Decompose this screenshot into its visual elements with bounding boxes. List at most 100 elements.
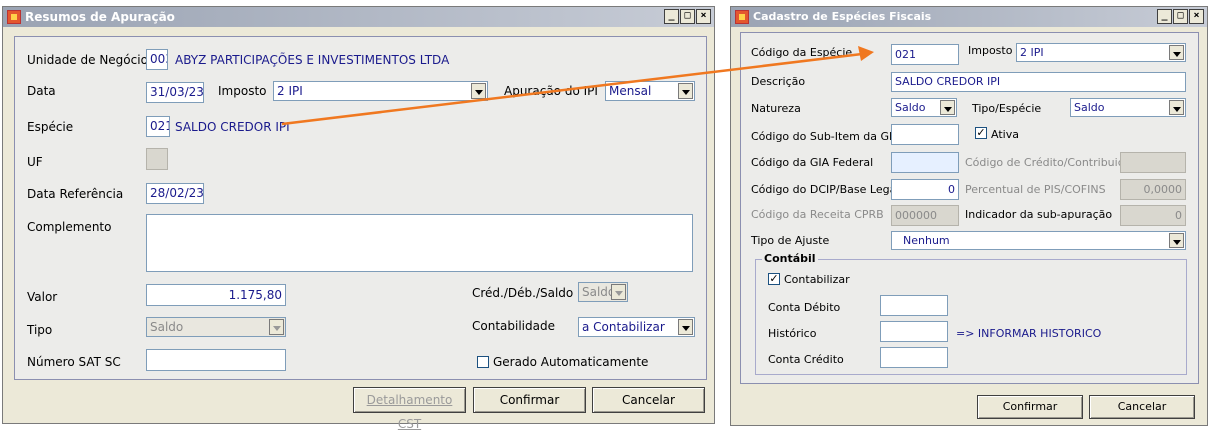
conta-debito-label: Conta Débito <box>768 301 841 314</box>
receita-cprb-field: 000000 <box>891 205 959 226</box>
data-referencia-field[interactable]: 28/02/23 <box>146 183 204 204</box>
historico-field[interactable] <box>880 321 948 342</box>
gerado-automaticamente-label: Gerado Automaticamente <box>493 355 649 369</box>
imposto-value: 2 IPI <box>1020 46 1044 59</box>
historico-note: => INFORMAR HISTORICO <box>956 327 1102 340</box>
imposto-select[interactable]: 2 IPI <box>273 81 488 101</box>
imposto-select[interactable]: 2 IPI <box>1016 43 1186 62</box>
complemento-field[interactable] <box>146 214 693 272</box>
natureza-select[interactable]: Saldo <box>891 98 957 117</box>
descricao-label: Descrição <box>751 75 806 88</box>
close-button[interactable]: × <box>1189 9 1204 24</box>
contabil-group-title: Contábil <box>762 252 818 265</box>
app-icon <box>7 10 21 24</box>
chevron-down-icon[interactable] <box>678 319 693 335</box>
especie-code-field[interactable]: 021 <box>146 116 170 137</box>
indicador-subapuracao-label: Indicador da sub-apuração <box>965 208 1113 221</box>
ativa-label: Ativa <box>991 128 1019 141</box>
data-referencia-label: Data Referência <box>27 187 124 201</box>
uf-label: UF <box>27 155 43 169</box>
chevron-down-icon[interactable] <box>940 100 955 115</box>
subitem-gia-field[interactable] <box>891 124 959 145</box>
tipo-label: Tipo <box>27 323 53 337</box>
contabilizar-checkbox[interactable]: ✓ <box>768 273 780 285</box>
tipo-ajuste-select[interactable]: Nenhum <box>891 231 1186 250</box>
ativa-checkbox[interactable]: ✓ <box>975 127 987 139</box>
apuracao-label: Apuração do IPI <box>504 84 598 98</box>
resumos-apuracao-window: Resumos de Apuração _ □ × Unidade de Neg… <box>2 6 715 431</box>
data-label: Data <box>27 84 56 98</box>
tipo-especie-label: Tipo/Espécie <box>972 102 1042 115</box>
cred-deb-saldo-label: Créd./Déb./Saldo <box>472 286 574 300</box>
apuracao-select[interactable]: Mensal <box>605 81 695 101</box>
especie-name: SALDO CREDOR IPI <box>175 120 290 134</box>
window-title: Cadastro de Espécies Fiscais <box>753 10 932 23</box>
historico-label: Histórico <box>768 327 817 340</box>
close-button[interactable]: × <box>696 9 711 24</box>
receita-cprb-label: Código da Receita CPRB <box>751 208 884 221</box>
data-field[interactable]: 31/03/23 <box>146 82 204 103</box>
codigo-especie-field[interactable]: 021 <box>891 44 959 65</box>
valor-label: Valor <box>27 290 58 304</box>
chevron-down-icon[interactable] <box>1169 45 1184 60</box>
gia-federal-field[interactable] <box>891 152 959 173</box>
cancelar-button[interactable]: Cancelar <box>592 387 705 413</box>
contabilidade-select[interactable]: a Contabilizar <box>578 317 695 337</box>
natureza-value: Saldo <box>895 101 926 114</box>
contabilidade-label: Contabilidade <box>472 319 555 333</box>
chevron-down-icon <box>611 284 626 300</box>
maximize-button[interactable]: □ <box>680 9 695 24</box>
tipo-especie-value: Saldo <box>1074 101 1105 114</box>
cred-deb-saldo-select: Saldo <box>578 282 628 302</box>
cadastro-especies-window: Cadastro de Espécies Fiscais _ □ × Códig… <box>730 6 1208 426</box>
minimize-button[interactable]: _ <box>664 9 679 24</box>
percentual-pis-field: 0,0000 <box>1120 179 1186 200</box>
conta-credito-label: Conta Crédito <box>768 353 844 366</box>
confirmar-button[interactable]: Confirmar <box>473 387 586 413</box>
gia-federal-label: Código da GIA Federal <box>751 156 874 169</box>
codigo-credito-field <box>1120 152 1186 173</box>
maximize-button[interactable]: □ <box>1173 9 1188 24</box>
chevron-down-icon <box>269 319 284 335</box>
contabil-group: Contábil ✓ Contabilizar Conta Débito His… <box>755 252 1187 375</box>
tipo-especie-select[interactable]: Saldo <box>1070 98 1186 117</box>
complemento-label: Complemento <box>27 220 112 234</box>
title-bar[interactable]: Cadastro de Espécies Fiscais _ □ × <box>731 7 1207 27</box>
confirmar-button[interactable]: Confirmar <box>977 395 1083 419</box>
detalhamento-cst-button[interactable]: Detalhamento CST <box>353 387 466 431</box>
window-title: Resumos de Apuração <box>25 10 175 24</box>
tipo-value: Saldo <box>150 320 184 334</box>
tipo-ajuste-label: Tipo de Ajuste <box>751 234 830 247</box>
cancelar-button[interactable]: Cancelar <box>1089 395 1195 419</box>
tipo-select: Saldo <box>146 317 286 337</box>
app-icon <box>735 10 749 24</box>
codigo-especie-label: Código da Espécie <box>751 46 853 59</box>
contabilidade-value: a Contabilizar <box>582 320 665 334</box>
numero-sat-field[interactable] <box>146 349 286 371</box>
especie-label: Espécie <box>27 120 74 134</box>
dcip-field[interactable]: 0 <box>891 179 959 200</box>
imposto-value: 2 IPI <box>277 84 303 98</box>
title-bar[interactable]: Resumos de Apuração _ □ × <box>3 7 714 27</box>
chevron-down-icon[interactable] <box>1169 233 1184 248</box>
conta-debito-field[interactable] <box>880 295 948 316</box>
unidade-label: Unidade de Negócio <box>27 53 148 67</box>
natureza-label: Natureza <box>751 102 801 115</box>
contabilizar-label: Contabilizar <box>784 273 850 286</box>
unidade-code-field[interactable]: 003 <box>146 49 168 70</box>
codigo-credito-label: Código de Crédito/Contribuição <box>965 156 1138 169</box>
conta-credito-field[interactable] <box>880 347 948 368</box>
chevron-down-icon[interactable] <box>471 83 486 99</box>
imposto-label: Imposto <box>968 44 1013 57</box>
valor-field[interactable]: 1.175,80 <box>146 284 286 306</box>
gerado-automaticamente-checkbox[interactable] <box>477 356 489 368</box>
numero-sat-label: Número SAT SC <box>27 355 121 369</box>
chevron-down-icon[interactable] <box>678 83 693 99</box>
minimize-button[interactable]: _ <box>1157 9 1172 24</box>
uf-field <box>146 148 168 170</box>
subitem-gia-label: Código do Sub-Item da GIA <box>751 130 900 143</box>
tipo-ajuste-value: Nenhum <box>903 234 950 247</box>
dcip-label: Código do DCIP/Base Legal <box>751 183 900 196</box>
descricao-field[interactable]: SALDO CREDOR IPI <box>891 72 1186 92</box>
chevron-down-icon[interactable] <box>1169 100 1184 115</box>
